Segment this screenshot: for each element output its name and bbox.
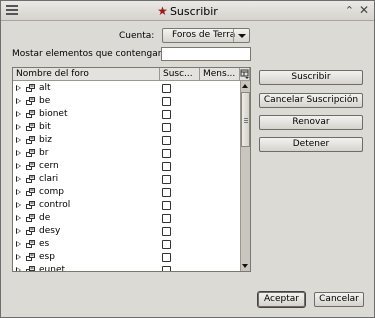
expand-arrow-icon[interactable] [16,215,21,221]
subscribe-checkbox[interactable] [162,201,171,210]
subscribe-checkbox[interactable] [162,149,171,158]
column-header-name[interactable]: Nombre del foro [13,68,160,81]
expand-arrow-icon[interactable] [16,111,21,117]
accept-button[interactable]: Aceptar [258,292,305,307]
forum-name: clari [39,174,59,184]
forum-name: eunet [39,265,66,272]
expand-arrow-icon[interactable] [16,98,21,104]
expand-arrow-icon[interactable] [16,202,21,208]
close-icon[interactable]: ✕ [359,3,369,17]
forum-name: bit [39,122,51,132]
forum-name: alt [39,83,51,93]
subscribe-checkbox[interactable] [162,253,171,262]
column-header-messages[interactable]: Mens... [200,68,240,81]
expand-arrow-icon[interactable] [16,150,21,156]
app-star-icon: ★ [157,4,168,18]
forum-name: control [39,200,71,210]
subscribe-checkbox[interactable] [162,227,171,236]
cancel-subscription-button[interactable]: Cancelar Suscripción [259,93,363,108]
expand-arrow-icon[interactable] [16,124,21,130]
subscribe-checkbox[interactable] [162,175,171,184]
window-title-text: Suscribir [169,5,218,18]
table-row[interactable]: alt [13,82,239,95]
expand-arrow-icon[interactable] [16,85,21,91]
expand-arrow-icon[interactable] [16,228,21,234]
table-row[interactable]: bionet [13,108,239,121]
forum-name: desy [39,226,61,236]
expand-arrow-icon[interactable] [16,189,21,195]
table-row[interactable]: comp [13,186,239,199]
subscribe-checkbox[interactable] [162,266,171,271]
cancel-button[interactable]: Cancelar [314,292,364,307]
forum-name: biz [39,135,52,145]
forum-name: de [39,213,51,223]
window-title: ★ Suscribir [1,4,374,18]
column-header-subscribed[interactable]: Susc... [160,68,200,81]
vertical-scrollbar[interactable] [240,81,250,271]
table-row[interactable]: eunet [13,264,239,272]
forum-name: esp [39,252,55,262]
table-row[interactable]: es [13,238,239,251]
scroll-thumb[interactable] [241,92,250,147]
table-row[interactable]: control [13,199,239,212]
expand-arrow-icon[interactable] [16,176,21,182]
subscribe-checkbox[interactable] [162,188,171,197]
table-row[interactable]: be [13,95,239,108]
account-value: Foros de Terra [172,30,236,40]
column-picker-icon[interactable] [240,68,250,81]
subscribe-checkbox[interactable] [162,136,171,145]
subscribe-dialog: ★ Suscribir ⌃ ✕ Cuenta: Foros de Terra Mo… [0,0,375,318]
table-row[interactable]: br [13,147,239,160]
maximize-icon[interactable]: ⌃ [345,4,354,17]
scroll-down-arrow-icon[interactable] [241,261,250,271]
account-label: Cuenta: [119,31,155,41]
table-header: Nombre del foro Susc... Mens... [13,68,250,81]
filter-input[interactable] [161,47,251,61]
table-row[interactable]: biz [13,134,239,147]
expand-arrow-icon[interactable] [16,163,21,169]
table-row[interactable]: esp [13,251,239,264]
table-row[interactable]: de [13,212,239,225]
table-body: alt be bionet bit biz br cern clari comp control d… [13,82,239,272]
account-dropdown[interactable]: Foros de Terra [162,28,250,43]
scroll-up-arrow-icon[interactable] [241,81,250,91]
filter-label: Mostar elementos que contengan: [12,49,167,59]
subscribe-button[interactable]: Suscribir [259,70,363,85]
subscribe-checkbox[interactable] [162,214,171,223]
table-row[interactable]: cern [13,160,239,173]
forum-name: bionet [39,109,68,119]
chevron-down-icon [233,29,249,42]
forum-name: br [39,148,49,158]
expand-arrow-icon[interactable] [16,241,21,247]
table-row[interactable]: desy [13,225,239,238]
table-row[interactable]: bit [13,121,239,134]
subscribe-checkbox[interactable] [162,110,171,119]
forum-name: comp [39,187,64,197]
subscribe-checkbox[interactable] [162,162,171,171]
table-row[interactable]: clari [13,173,239,186]
expand-arrow-icon[interactable] [16,267,21,271]
title-bar: ★ Suscribir ⌃ ✕ [1,1,374,21]
refresh-button[interactable]: Renovar [259,115,363,130]
subscribe-checkbox[interactable] [162,97,171,106]
subscribe-checkbox[interactable] [162,84,171,93]
forum-list[interactable]: Nombre del foro Susc... Mens... alt be bio… [12,67,251,272]
expand-arrow-icon[interactable] [16,137,21,143]
forum-name: cern [39,161,59,171]
subscribe-checkbox[interactable] [162,123,171,132]
stop-button[interactable]: Detener [259,137,363,152]
expand-arrow-icon[interactable] [16,254,21,260]
forum-name: be [39,96,51,106]
subscribe-checkbox[interactable] [162,240,171,249]
forum-name: es [39,239,50,249]
